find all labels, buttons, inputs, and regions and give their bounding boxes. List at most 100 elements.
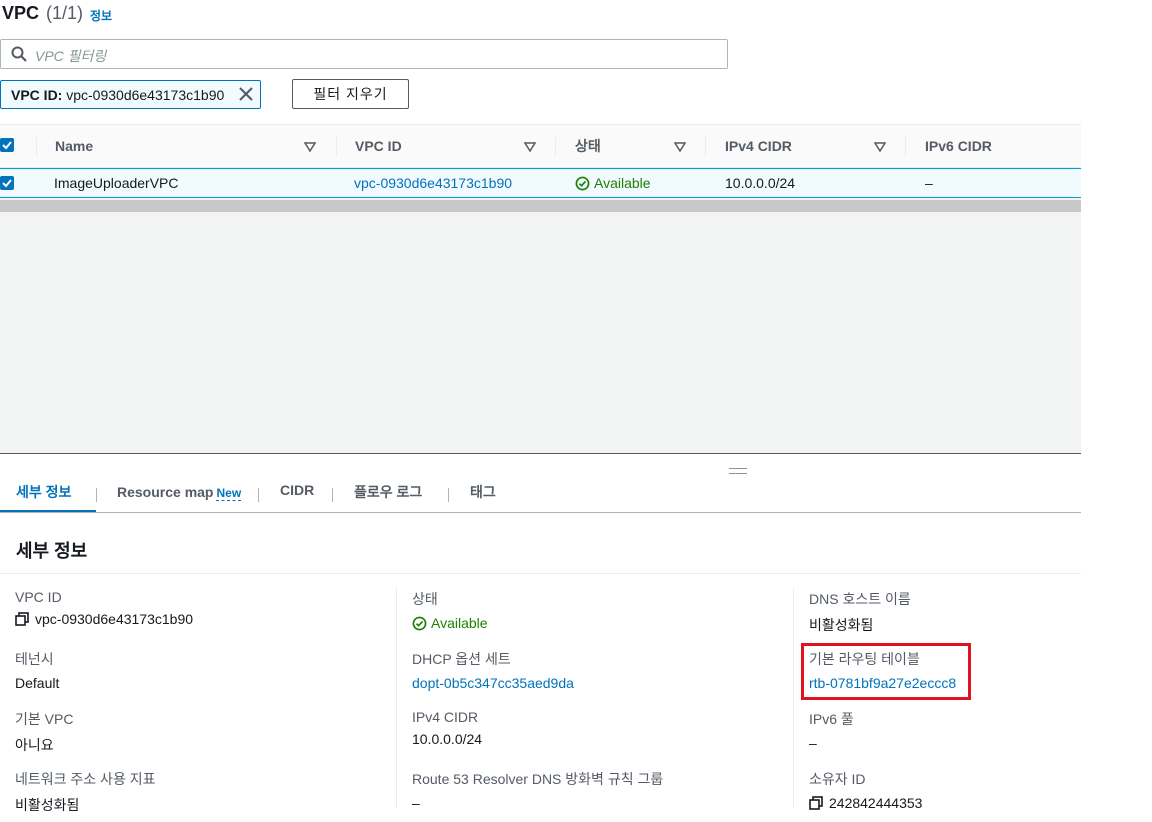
detail-default-vpc: 기본 VPC 아니요 [15, 709, 73, 755]
column-header-status[interactable]: 상태 [575, 125, 601, 168]
detail-label: 기본 VPC [15, 711, 74, 727]
detail-label: 테넌시 [15, 651, 54, 667]
filter-token[interactable]: VPC ID: vpc-0930d6e43173c1b90 [0, 80, 261, 109]
clear-filters-button[interactable]: 필터 지우기 [292, 79, 409, 109]
search-icon [11, 46, 27, 62]
detail-value: Default [15, 675, 60, 691]
tab-resource-map-label: Resource map [117, 484, 214, 500]
column-divider [555, 137, 556, 157]
detail-route53-firewall: Route 53 Resolver DNS 방화벽 규칙 그룹 – [412, 769, 663, 811]
cell-name: ImageUploaderVPC [54, 175, 179, 191]
details-section-header: 세부 정보 [0, 514, 1081, 574]
page-title-count: (1/1) [46, 3, 84, 23]
detail-label: 소유자 ID [809, 771, 866, 787]
detail-dhcp-options: DHCP 옵션 세트 dopt-0b5c347cc35aed9da [412, 649, 574, 691]
tab-divider [332, 488, 333, 502]
detail-value: – [809, 735, 817, 751]
detail-label: DNS 호스트 이름 [809, 591, 911, 607]
filter-token-key: VPC ID: [11, 87, 63, 103]
detail-value: 비활성화됨 [809, 617, 874, 633]
detail-label: IPv6 풀 [809, 711, 854, 727]
detail-label: IPv4 CIDR [412, 709, 479, 725]
horizontal-scrollbar[interactable] [0, 200, 1081, 212]
detail-label: 네트워크 주소 사용 지표 [15, 771, 156, 787]
detail-vpc-id: VPC ID vpc-0930d6e43173c1b90 [15, 589, 193, 627]
column-divider [905, 137, 906, 157]
detail-ipv4-cidr: IPv4 CIDR 10.0.0.0/24 [412, 709, 482, 747]
detail-value-text: 242842444353 [829, 795, 923, 811]
resize-handle[interactable] [729, 468, 747, 474]
details-title: 세부 정보 [16, 541, 88, 561]
checkmark-icon [2, 141, 12, 150]
detail-label: VPC ID [15, 589, 62, 605]
checkmark-icon [2, 179, 12, 188]
check-circle-icon [575, 176, 590, 191]
tab-cidr[interactable]: CIDR [280, 482, 314, 498]
highlight-box [801, 643, 971, 700]
detail-value: 10.0.0.0/24 [412, 731, 483, 747]
info-link[interactable]: 정보 [90, 7, 112, 24]
filter-token-text: VPC ID: vpc-0930d6e43173c1b90 [11, 87, 224, 103]
cell-vpc-id-link[interactable]: vpc-0930d6e43173c1b90 [354, 175, 512, 191]
cell-status: Available [575, 175, 651, 191]
table-header: Name VPC ID 상태 IPv4 CIDR IPv6 CIDR [0, 124, 1081, 168]
dhcp-options-link[interactable]: dopt-0b5c347cc35aed9da [412, 675, 574, 691]
detail-value: vpc-0930d6e43173c1b90 [15, 611, 193, 627]
search-placeholder: VPC 필터링 [35, 48, 107, 64]
new-badge: New [216, 486, 242, 501]
copy-icon[interactable] [15, 612, 29, 626]
detail-value: 아니요 [15, 737, 54, 753]
detail-value: 242842444353 [809, 795, 922, 811]
page-title-text: VPC [2, 3, 40, 23]
sort-icon[interactable] [304, 141, 316, 153]
filter-token-value: vpc-0930d6e43173c1b90 [66, 87, 225, 103]
active-tab-indicator [0, 510, 96, 512]
tab-divider [448, 488, 449, 502]
close-icon[interactable] [238, 86, 254, 102]
search-input[interactable]: VPC 필터링 [0, 39, 728, 69]
sort-icon[interactable] [524, 141, 536, 153]
detail-value: – [412, 795, 420, 811]
table-row[interactable]: ImageUploaderVPC vpc-0930d6e43173c1b90 A… [0, 168, 1081, 198]
sort-icon[interactable] [874, 141, 886, 153]
detail-network-address-usage: 네트워크 주소 사용 지표 비활성화됨 [15, 769, 155, 815]
tab-divider [96, 488, 97, 502]
tab-flow-logs[interactable]: 플로우 로그 [354, 482, 422, 502]
page-title: VPC (1/1) [2, 3, 83, 24]
detail-tenancy: 테넌시 Default [15, 649, 59, 691]
column-header-ipv6-cidr[interactable]: IPv6 CIDR [925, 125, 992, 168]
tab-resource-map[interactable]: Resource map New [117, 484, 242, 501]
column-divider [705, 137, 706, 157]
detail-value-text: Available [431, 615, 488, 631]
detail-owner-id: 소유자 ID 242842444353 [809, 769, 922, 811]
tab-divider [258, 488, 259, 502]
detail-label: Route 53 Resolver DNS 방화벽 규칙 그룹 [412, 771, 664, 787]
tab-tags[interactable]: 태그 [470, 482, 496, 502]
column-header-vpc-id[interactable]: VPC ID [355, 125, 402, 168]
detail-value: Available [412, 615, 488, 631]
select-all-checkbox[interactable] [0, 138, 14, 152]
cell-ipv6-cidr: – [925, 175, 933, 191]
detail-state: 상태 Available [412, 589, 488, 631]
copy-icon[interactable] [809, 796, 823, 810]
check-circle-icon [412, 616, 427, 631]
vpc-list-header: VPC (1/1) 정보 VPC 필터링 VPC ID: vpc-0930d6e… [0, 0, 1081, 124]
tab-details[interactable]: 세부 정보 [16, 482, 71, 502]
column-divider [793, 588, 794, 808]
column-header-ipv4-cidr[interactable]: IPv4 CIDR [725, 125, 792, 168]
detail-dns-hostnames: DNS 호스트 이름 비활성화됨 [809, 589, 911, 635]
cell-ipv4-cidr: 10.0.0.0/24 [725, 175, 796, 191]
detail-value: 비활성화됨 [15, 797, 80, 813]
detail-label: DHCP 옵션 세트 [412, 651, 511, 667]
column-divider [36, 137, 37, 157]
details-tabs: 세부 정보 Resource map New CIDR 플로우 로그 태그 [0, 480, 1081, 513]
detail-value-text: vpc-0930d6e43173c1b90 [35, 611, 194, 627]
column-divider [396, 588, 397, 808]
detail-ipv6-pool: IPv6 풀 – [809, 709, 854, 751]
column-divider [336, 137, 337, 157]
row-checkbox[interactable] [0, 176, 14, 190]
sort-icon[interactable] [674, 141, 686, 153]
cell-status-text: Available [594, 175, 651, 191]
detail-label: 상태 [412, 591, 438, 607]
column-header-name[interactable]: Name [55, 125, 93, 168]
